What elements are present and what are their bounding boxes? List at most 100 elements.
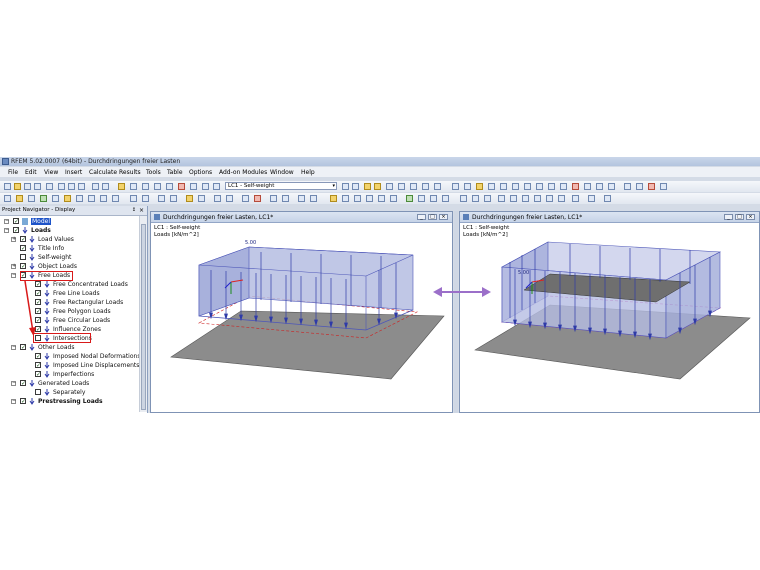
node-icon[interactable]	[4, 195, 11, 202]
view-iso-icon[interactable]	[452, 183, 459, 190]
checkbox[interactable]: ✓	[20, 380, 26, 387]
move-icon[interactable]	[282, 195, 289, 202]
deformation-icon[interactable]	[410, 183, 417, 190]
opening-icon[interactable]	[88, 195, 95, 202]
help-icon[interactable]	[604, 195, 611, 202]
scale-icon[interactable]	[310, 195, 317, 202]
collapse-icon[interactable]: −	[11, 399, 16, 404]
view-x-icon[interactable]	[464, 183, 471, 190]
merge-icon[interactable]	[354, 195, 361, 202]
print-icon[interactable]	[34, 183, 41, 190]
tree-item-model[interactable]: − ✓ Model	[2, 217, 137, 226]
settings-icon[interactable]	[588, 195, 595, 202]
expand-icon[interactable]: +	[11, 264, 16, 269]
checkbox[interactable]: ✓	[35, 353, 41, 360]
guide-icon[interactable]	[624, 183, 631, 190]
divide-icon[interactable]	[330, 195, 337, 202]
open-file-icon[interactable]	[14, 183, 21, 190]
results-icon[interactable]	[166, 183, 173, 190]
member-load-icon[interactable]	[142, 195, 149, 202]
zoom-all-icon[interactable]	[512, 183, 519, 190]
work-plane-icon[interactable]	[534, 195, 541, 202]
checkbox[interactable]	[20, 254, 26, 260]
calculator-icon[interactable]	[142, 183, 149, 190]
support-icon[interactable]	[64, 195, 71, 202]
menu-table[interactable]: Table	[167, 169, 183, 176]
numbering-icon[interactable]	[484, 195, 491, 202]
model-info-icon[interactable]	[418, 195, 425, 202]
previous-lc-icon[interactable]	[190, 183, 197, 190]
menu-tools[interactable]: Tools	[146, 169, 161, 176]
menu-results[interactable]: Results	[119, 169, 141, 176]
hinge-icon[interactable]	[76, 195, 83, 202]
print-report-icon[interactable]	[46, 183, 53, 190]
render-icon[interactable]	[548, 183, 555, 190]
connect-icon[interactable]	[342, 195, 349, 202]
load-values-icon[interactable]	[374, 183, 381, 190]
clip-icon[interactable]	[558, 195, 565, 202]
generate-load-icon[interactable]	[226, 195, 233, 202]
rotate-icon[interactable]	[524, 183, 531, 190]
load-case-icon[interactable]	[213, 183, 220, 190]
nodal-load-icon[interactable]	[130, 195, 137, 202]
pan-icon[interactable]	[536, 183, 543, 190]
extrude-icon[interactable]	[366, 195, 373, 202]
show-results-icon[interactable]	[178, 183, 185, 190]
copy-icon[interactable]	[68, 183, 75, 190]
next-lc-icon[interactable]	[202, 183, 209, 190]
line-load-icon[interactable]	[158, 195, 165, 202]
free-rect-load-icon[interactable]	[198, 195, 205, 202]
dimension-icon[interactable]	[636, 183, 643, 190]
snap-icon[interactable]	[608, 183, 615, 190]
checkbox[interactable]: ✓	[20, 263, 26, 270]
checkbox[interactable]: ✓	[35, 371, 41, 378]
select-icon[interactable]	[130, 183, 137, 190]
checkbox[interactable]: ✓	[13, 227, 19, 234]
tree-item-other-loads[interactable]: − ✓ Other Loads	[2, 343, 137, 352]
tree-item-imposed-nodal-deformations[interactable]: ✓ Imposed Nodal Deformations	[2, 352, 140, 361]
ucs-icon[interactable]	[522, 195, 529, 202]
background-icon[interactable]	[546, 195, 553, 202]
menu-options[interactable]: Options	[189, 169, 212, 176]
checkbox[interactable]	[35, 389, 41, 395]
load-combination-icon[interactable]	[242, 195, 249, 202]
checkbox[interactable]: ✓	[20, 398, 26, 405]
label-icon[interactable]	[498, 195, 505, 202]
pin-icon[interactable]: ↕	[132, 207, 136, 214]
table-icon[interactable]	[154, 183, 161, 190]
tree-item-generated-loads[interactable]: − ✓ Generated Loads	[2, 379, 137, 388]
imperfection-icon[interactable]	[214, 195, 221, 202]
close-button[interactable]: ×	[746, 214, 755, 220]
tree-item-prestressing-loads[interactable]: − ✓ Prestressing Loads	[2, 397, 137, 406]
paste-icon[interactable]	[78, 183, 85, 190]
checkbox[interactable]: ✓	[13, 218, 19, 225]
tree-item-separately[interactable]: Separately	[2, 388, 137, 397]
coordinate-icon[interactable]	[510, 195, 517, 202]
collapse-icon[interactable]: −	[4, 228, 9, 233]
mirror-icon[interactable]	[298, 195, 305, 202]
edit-icon[interactable]	[118, 183, 125, 190]
member-icon[interactable]	[28, 195, 35, 202]
view-window-left[interactable]: Durchdringungen freier Lasten, LC1* _ □ …	[150, 211, 453, 413]
collapse-icon[interactable]: −	[11, 273, 16, 278]
copy-load-icon[interactable]	[270, 195, 277, 202]
new-file-icon[interactable]	[4, 183, 11, 190]
checkbox[interactable]: ✓	[35, 362, 41, 369]
scrollbar-thumb[interactable]	[141, 224, 146, 410]
menu-edit[interactable]: Edit	[25, 169, 37, 176]
visibility-icon[interactable]	[584, 183, 591, 190]
checkbox[interactable]: ✓	[20, 344, 26, 351]
comment-icon[interactable]	[648, 183, 655, 190]
minimize-button[interactable]: _	[724, 214, 733, 220]
menu-view[interactable]: View	[44, 169, 58, 176]
filter-icon[interactable]	[472, 195, 479, 202]
load-wizard-icon[interactable]	[386, 183, 393, 190]
menu-window[interactable]: Window	[270, 169, 294, 176]
menu-file[interactable]: File	[8, 169, 18, 176]
solid-icon[interactable]	[52, 195, 59, 202]
cad-export-icon[interactable]	[442, 195, 449, 202]
load-case-select[interactable]: LC1 - Self-weight ▾	[225, 182, 337, 190]
checkbox[interactable]: ✓	[20, 245, 26, 252]
expand-icon[interactable]: +	[11, 237, 16, 242]
collapse-icon[interactable]: −	[11, 345, 16, 350]
